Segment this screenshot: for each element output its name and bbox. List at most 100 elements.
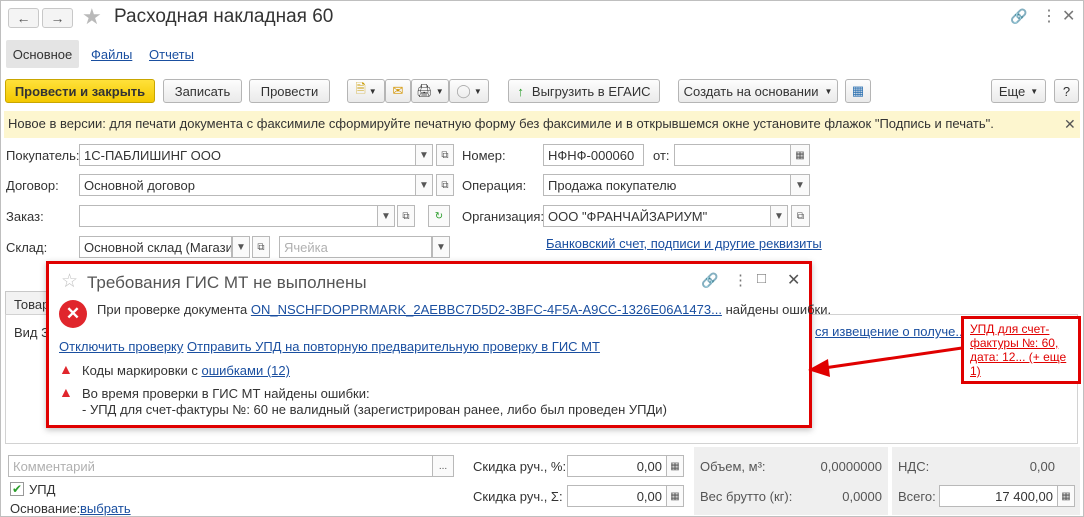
upd-callout[interactable]: УПД для счет-фактуры №: 60, дата: 12... …: [961, 316, 1081, 384]
dialog-more-icon[interactable]: ⋮: [733, 271, 748, 289]
warehouse-field[interactable]: Основной склад (Магазин: [79, 236, 232, 258]
tab-files[interactable]: Файлы: [91, 47, 132, 62]
info-banner: Новое в версии: для печати документа с ф…: [4, 111, 1080, 138]
back-button[interactable]: ←: [8, 8, 39, 28]
calculator-icon[interactable]: ▦: [666, 455, 684, 477]
arrow-up-icon: ↑: [517, 83, 524, 99]
org-open-icon[interactable]: ⧉: [791, 205, 810, 227]
warehouse-dropdown[interactable]: ▼: [232, 236, 250, 258]
contract-open-icon[interactable]: ⧉: [436, 174, 454, 196]
hierarchy-icon: ▦: [851, 83, 865, 98]
comment-field[interactable]: Комментарий: [8, 455, 433, 477]
org-label: Организация:: [462, 209, 545, 224]
total-field[interactable]: 17 400,00: [939, 485, 1058, 507]
arrow-right-icon: →: [50, 10, 65, 26]
error-line-1: Во время проверки в ГИС МТ найдены ошибк…: [82, 386, 370, 401]
warning-icon: ▲: [59, 361, 73, 377]
vat-label: НДС:: [898, 459, 930, 474]
forward-button[interactable]: →: [42, 8, 73, 28]
upload-egais-button[interactable]: ↑ Выгрузить в ЕГАИС: [508, 79, 660, 103]
operation-dropdown[interactable]: ▼: [790, 174, 810, 196]
contract-field[interactable]: Основной договор: [79, 174, 416, 196]
buyer-field[interactable]: 1С-ПАБЛИШИНГ ООО: [79, 144, 416, 166]
discount-sum-label: Скидка руч., Σ:: [473, 489, 563, 504]
create-based-on-button[interactable]: Создать на основании ▼: [678, 79, 838, 103]
dialog-close-icon[interactable]: ✕: [787, 270, 800, 290]
basis-select-link[interactable]: выбрать: [80, 501, 131, 516]
more-vertical-icon[interactable]: ⋮: [1041, 6, 1057, 26]
dialog-title: Требования ГИС МТ не выполнены: [87, 273, 367, 292]
document-link[interactable]: ON_NSCHFDOPPRMARK_2AEBBC7D5D2-3BFC-4F5A-…: [251, 302, 722, 317]
structure-button[interactable]: ▦: [845, 79, 871, 103]
resend-check-link[interactable]: Отправить УПД на повторную предварительн…: [187, 339, 600, 354]
total-label: Всего:: [898, 489, 936, 504]
buyer-label: Покупатель:: [6, 148, 80, 163]
order-field[interactable]: [79, 205, 378, 227]
calculator-icon[interactable]: ▦: [1057, 485, 1075, 507]
discount-sum-field[interactable]: 0,00: [567, 485, 667, 507]
gis-mt-dialog: ☆ Требования ГИС МТ не выполнены 🔗 ⋮ □ ✕…: [46, 261, 831, 428]
gross-weight-label: Вес брутто (кг):: [700, 489, 793, 504]
error-icon: ✕: [59, 300, 87, 328]
tab-reports[interactable]: Отчеты: [149, 47, 194, 62]
banner-text: Новое в версии: для печати документа с ф…: [8, 116, 994, 131]
discount-pct-label: Скидка руч., %:: [473, 459, 567, 474]
save-button[interactable]: Записать: [163, 79, 242, 103]
post-button[interactable]: Провести: [249, 79, 330, 103]
org-dropdown[interactable]: ▼: [770, 205, 788, 227]
comment-expand-button[interactable]: ...: [432, 455, 454, 477]
vat-value: 0,00: [1029, 459, 1055, 474]
post-and-close-button[interactable]: Провести и закрыть: [5, 79, 155, 103]
errors-link[interactable]: ошибками (12): [201, 363, 290, 378]
printer-icon: 🖨: [416, 83, 433, 98]
calculator-icon[interactable]: ▦: [666, 485, 684, 507]
order-open-icon[interactable]: ⧉: [397, 205, 415, 227]
dialog-maximize-icon[interactable]: □: [757, 270, 766, 287]
circle-icon: ◯: [456, 83, 471, 98]
date-field[interactable]: [674, 144, 791, 166]
email-button[interactable]: ✉: [385, 79, 411, 103]
print-button[interactable]: 🖨 ▼: [411, 79, 449, 103]
basis-label: Основание:: [10, 501, 81, 516]
dialog-link-icon[interactable]: 🔗: [701, 272, 718, 289]
order-dropdown[interactable]: ▼: [377, 205, 395, 227]
calendar-icon[interactable]: ▦: [790, 144, 810, 166]
operation-field[interactable]: Продажа покупателю: [543, 174, 791, 196]
kind-label: Вид З: [14, 325, 49, 340]
document-icon: 🗎: [355, 81, 366, 96]
cell-field[interactable]: Ячейка: [279, 236, 432, 258]
discount-pct-field[interactable]: 0,00: [567, 455, 667, 477]
org-field[interactable]: ООО "ФРАНЧАЙЗАРИУМ": [543, 205, 771, 227]
close-icon[interactable]: ✕: [1062, 6, 1075, 26]
buyer-open-icon[interactable]: ⧉: [436, 144, 454, 166]
check-message: При проверке документа ON_NSCHFDOPPRMARK…: [97, 302, 832, 317]
print-forms-button[interactable]: 🗎 ▼: [347, 79, 385, 103]
volume-panel: [694, 447, 888, 515]
upd-checkbox[interactable]: ✔: [10, 482, 24, 496]
bank-details-link[interactable]: Банковский счет, подписи и другие реквиз…: [546, 236, 822, 251]
operation-label: Операция:: [462, 178, 527, 193]
volume-label: Объем, м³:: [700, 459, 766, 474]
favorite-star-icon[interactable]: ★: [82, 4, 102, 30]
number-field[interactable]: НФНФ-000060: [543, 144, 644, 166]
envelope-icon: ✉: [392, 83, 404, 98]
fill-order-icon[interactable]: ↻: [428, 205, 450, 227]
number-label: Номер:: [462, 148, 506, 163]
link-icon[interactable]: 🔗: [1010, 8, 1027, 25]
edo-button[interactable]: ◯ ▼: [449, 79, 489, 103]
notice-link[interactable]: ся извещение о получе...: [815, 324, 966, 339]
dialog-star-icon[interactable]: ☆: [61, 270, 78, 293]
more-button[interactable]: Еще ▼: [991, 79, 1046, 103]
close-banner-icon[interactable]: ✕: [1064, 116, 1076, 133]
contract-label: Договор:: [6, 178, 59, 193]
contract-dropdown[interactable]: ▼: [415, 174, 433, 196]
annotation-arrow: [808, 346, 963, 377]
tab-main[interactable]: Основное: [6, 40, 79, 68]
warehouse-open-icon[interactable]: ⧉: [252, 236, 270, 258]
cell-dropdown[interactable]: ▼: [432, 236, 450, 258]
buyer-dropdown[interactable]: ▼: [415, 144, 433, 166]
help-button[interactable]: ?: [1054, 79, 1079, 103]
disable-check-link[interactable]: Отключить проверку: [59, 339, 183, 354]
codes-message: Коды маркировки с ошибками (12): [82, 363, 290, 378]
warning-icon: ▲: [59, 384, 73, 400]
